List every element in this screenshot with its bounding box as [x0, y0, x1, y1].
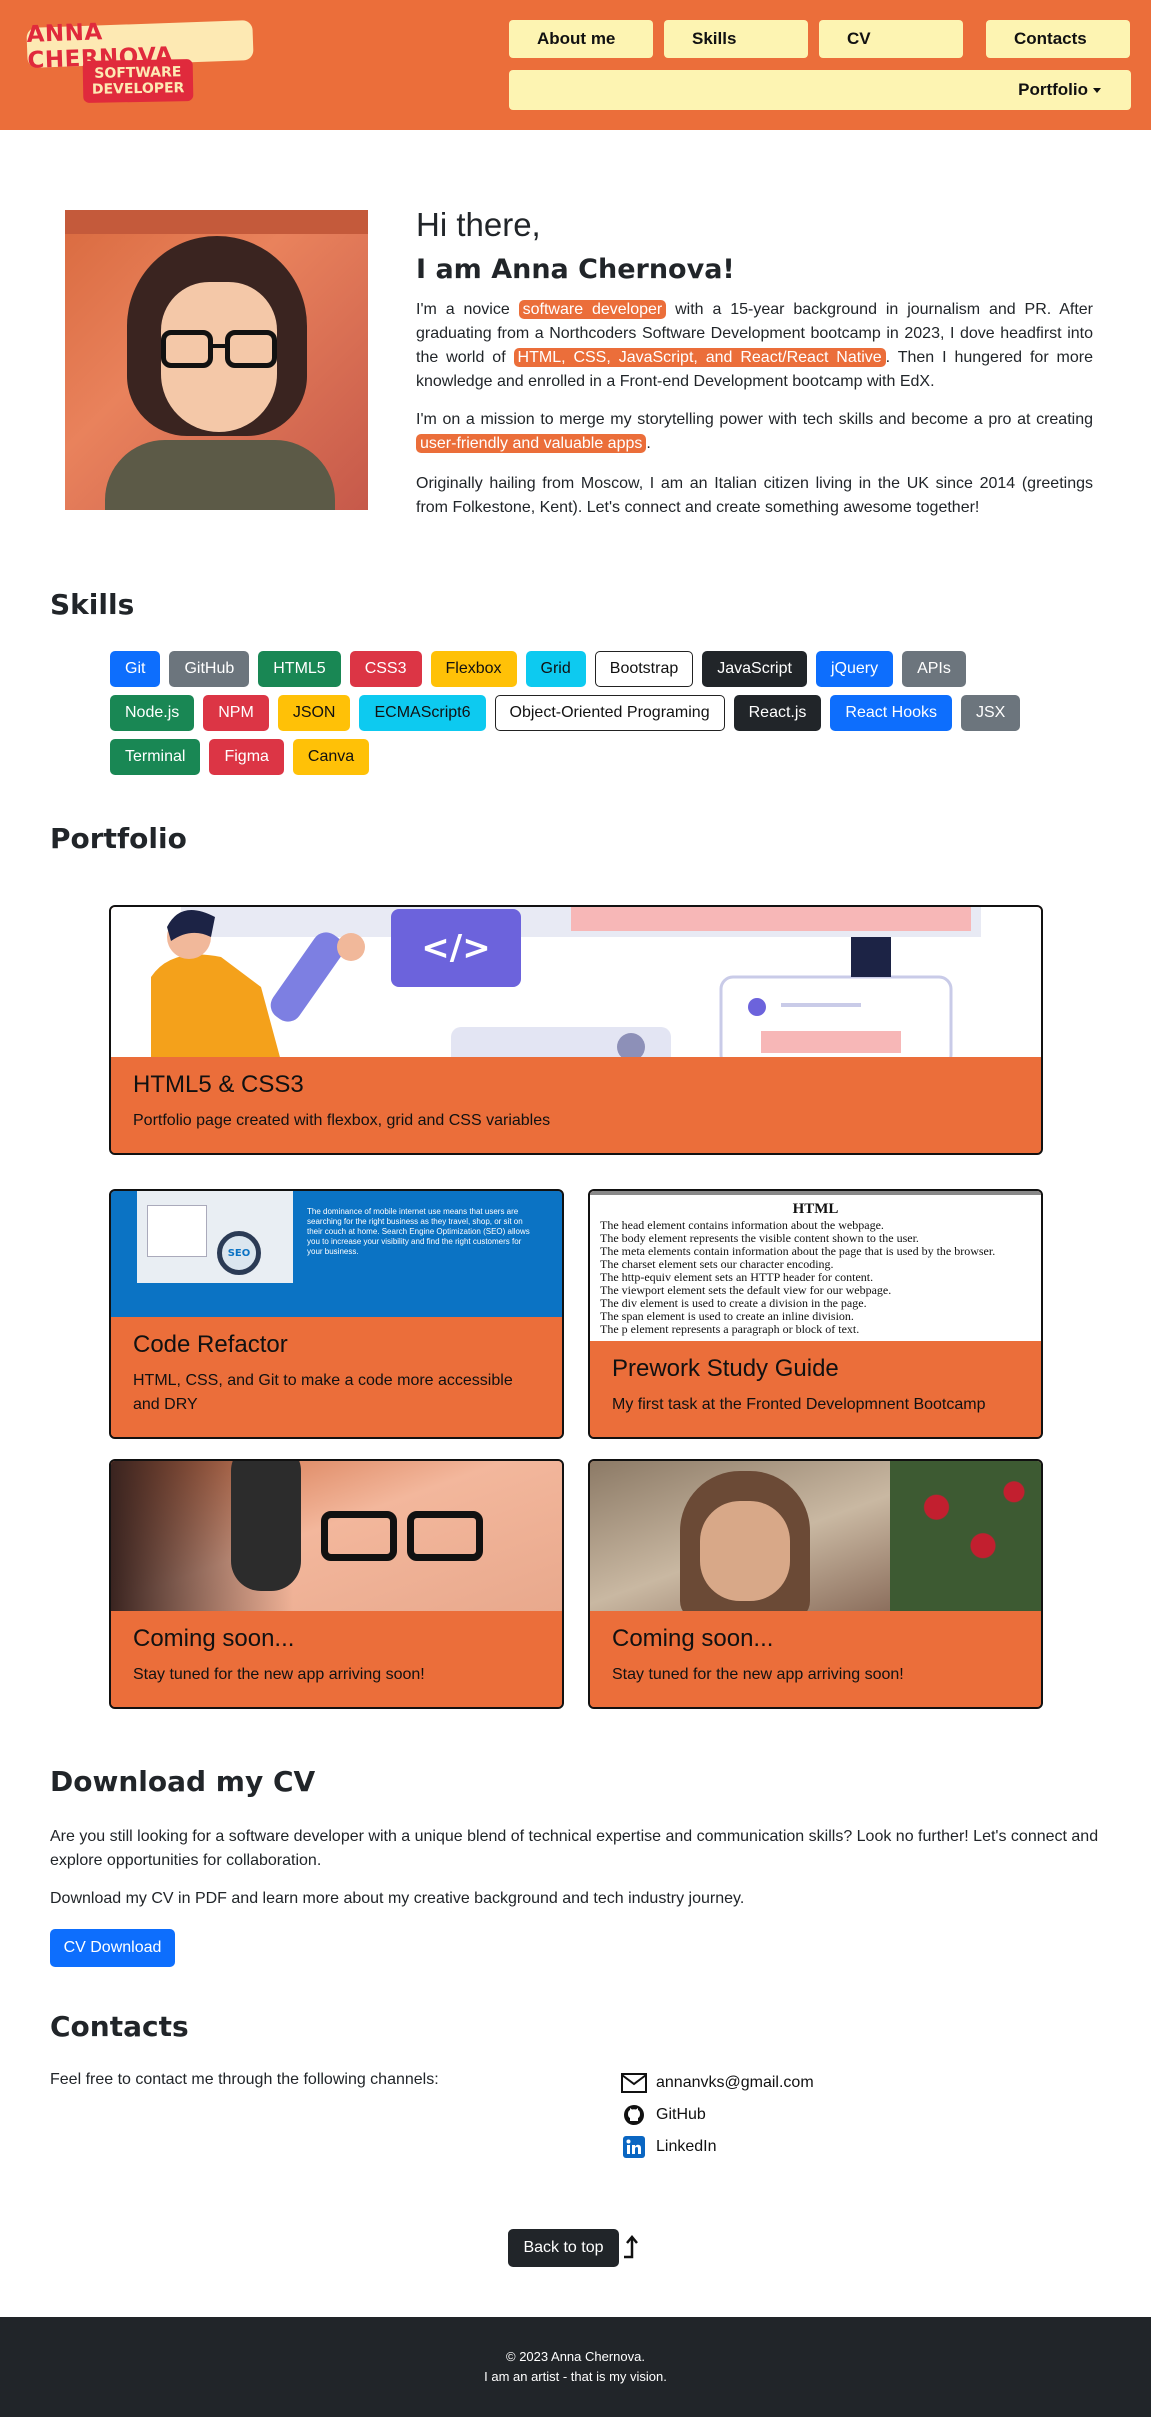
- nav-skills[interactable]: Skills: [664, 20, 808, 58]
- about-paragraph-2: I'm on a mission to merge my storytellin…: [416, 411, 1093, 453]
- skill-badge: Bootstrap: [594, 651, 694, 687]
- greeting: Hi there,: [416, 206, 541, 243]
- footer-tagline: I am an artist - that is my vision.: [484, 2369, 667, 2384]
- skill-badge: Git: [110, 651, 161, 687]
- skill-badge: Terminal: [110, 739, 201, 775]
- portfolio-card-html-css[interactable]: </> HTML5 & CSS3 Portfolio page created …: [109, 905, 1043, 1155]
- portfolio-card-code-refactor[interactable]: SEO The dominance of mobile internet use…: [109, 1189, 564, 1439]
- headphones-shape: [231, 1461, 301, 1591]
- about-paragraph-1: I'm a novice software developer with a 1…: [416, 300, 1094, 390]
- guide-heading: HTML: [792, 1201, 839, 1217]
- nav-portfolio-label: Portfolio: [1018, 80, 1088, 99]
- about-paragraph-3: Originally hailing from Moscow, I am an …: [416, 475, 1093, 516]
- skill-badge: React.js: [733, 695, 822, 731]
- card-text: HTML, CSS, and Git to make a code more a…: [133, 1372, 513, 1413]
- card-image-coming-soon-2: [590, 1461, 1041, 1621]
- back-to-top-button[interactable]: Back to top: [508, 2229, 619, 2267]
- highlight-apps: user-friendly and valuable apps: [416, 434, 647, 453]
- card-body: Coming soon... Stay tuned for the new ap…: [111, 1611, 562, 1707]
- portfolio-card-coming-soon-2[interactable]: Coming soon... Stay tuned for the new ap…: [588, 1459, 1043, 1709]
- svg-text:</>: </>: [421, 928, 490, 968]
- skill-badge: Object-Oriented Programing: [494, 695, 725, 731]
- contact-linkedin-label: LinkedIn: [656, 2138, 717, 2155]
- highlight-software-developer: software developer: [518, 300, 667, 319]
- skill-badge: Node.js: [110, 695, 195, 731]
- portfolio-heading: Portfolio: [50, 822, 187, 855]
- portfolio-card-coming-soon-1[interactable]: Coming soon... Stay tuned for the new ap…: [109, 1459, 564, 1709]
- contact-linkedin-link[interactable]: LinkedIn: [620, 2134, 717, 2160]
- skill-badge: GitHub: [169, 651, 250, 687]
- skill-badge: JSON: [277, 695, 351, 731]
- skill-badge: Grid: [525, 651, 586, 687]
- skill-badge: NPM: [203, 695, 269, 731]
- nav-contacts[interactable]: Contacts: [986, 20, 1130, 58]
- card-text: Stay tuned for the new app arriving soon…: [612, 1666, 904, 1683]
- card-body: Code Refactor HTML, CSS, and Git to make…: [111, 1317, 562, 1437]
- card-body: Coming soon... Stay tuned for the new ap…: [590, 1611, 1041, 1707]
- card-image-coming-soon-1: [111, 1461, 562, 1615]
- skill-badge: JavaScript: [702, 651, 807, 687]
- card-title: Code Refactor: [133, 1331, 288, 1358]
- portfolio-card-prework-study-guide[interactable]: HTML The head element contains informati…: [588, 1189, 1043, 1439]
- card-image-study-guide: HTML The head element contains informati…: [590, 1191, 1041, 1345]
- site-footer: © 2023 Anna Chernova. I am an artist - t…: [0, 2317, 1151, 2417]
- contact-email-label: annanvks@gmail.com: [656, 2074, 814, 2091]
- skill-badge: JSX: [961, 695, 1021, 731]
- contact-email-link[interactable]: annanvks@gmail.com: [620, 2070, 814, 2096]
- card-body: Prework Study Guide My first task at the…: [590, 1341, 1041, 1437]
- card-text: Portfolio page created with flexbox, gri…: [133, 1112, 551, 1129]
- skills-list: Git GitHub HTML5 CSS3 Flexbox Grid Bootstrap Ja…: [110, 651, 1050, 775]
- card-title: Coming soon...: [612, 1625, 774, 1652]
- seo-snippet: The dominance of mobile internet use mea…: [307, 1207, 530, 1256]
- github-icon: [620, 2102, 648, 2128]
- contacts-heading: Contacts: [50, 2010, 189, 2043]
- card-image-code-refactor: SEO The dominance of mobile internet use…: [111, 1191, 562, 1321]
- guide-lines: The head element contains information ab…: [600, 1219, 1031, 1336]
- guide-line: The p element represents a paragraph or …: [600, 1322, 860, 1336]
- card-image-html-css: </>: [111, 907, 1041, 1069]
- arrow-up-icon[interactable]: [622, 2233, 642, 2261]
- intro-name: I am Anna Chernova!: [416, 254, 735, 285]
- contact-github-label: GitHub: [656, 2106, 706, 2123]
- logo-line-1: SOFTWARE: [94, 64, 182, 82]
- skill-badge: Flexbox: [430, 651, 517, 687]
- envelope-icon: [620, 2070, 648, 2096]
- cv-heading: Download my CV: [50, 1765, 316, 1798]
- nav-cv[interactable]: CV: [819, 20, 963, 58]
- card-title: Prework Study Guide: [612, 1355, 839, 1382]
- footer-copyright: © 2023 Anna Chernova.: [506, 2349, 645, 2364]
- skill-badge: ECMAScript6: [359, 695, 486, 731]
- card-body: HTML5 & CSS3 Portfolio page created with…: [111, 1057, 1041, 1153]
- site-header: ANNA CHERNOVA SOFTWARE DEVELOPER About m…: [0, 0, 1151, 130]
- skills-heading: Skills: [50, 588, 135, 621]
- card-text: Stay tuned for the new app arriving soon…: [133, 1666, 425, 1683]
- linkedin-icon: [620, 2134, 648, 2160]
- skill-badge: APIs: [902, 651, 966, 687]
- skill-badge: Canva: [292, 739, 370, 775]
- cv-paragraph-1: Are you still looking for a software dev…: [50, 1828, 1099, 1869]
- skill-badge: HTML5: [258, 651, 341, 687]
- contacts-intro: Feel free to contact me through the foll…: [50, 2071, 439, 2088]
- card-title: Coming soon...: [133, 1625, 295, 1652]
- nav-portfolio-dropdown[interactable]: Portfolio: [509, 70, 1131, 110]
- logo-line-2: DEVELOPER: [91, 80, 185, 98]
- seo-magnifier: SEO: [217, 1231, 261, 1275]
- chevron-down-icon: [1093, 87, 1101, 93]
- card-text: My first task at the Fronted Developmnen…: [612, 1396, 986, 1413]
- skill-badge: jQuery: [815, 651, 894, 687]
- skill-badge: Figma: [209, 739, 284, 775]
- skill-badge: React Hooks: [830, 695, 952, 731]
- cv-paragraph-2: Download my CV in PDF and learn more abo…: [50, 1890, 745, 1907]
- profile-portrait: [65, 210, 368, 510]
- logo-badge: SOFTWARE DEVELOPER: [82, 59, 194, 103]
- contact-github-link[interactable]: GitHub: [620, 2102, 706, 2128]
- site-logo[interactable]: ANNA CHERNOVA SOFTWARE DEVELOPER: [26, 19, 254, 104]
- nav-about-me[interactable]: About me: [509, 20, 653, 58]
- highlight-tech-stack: HTML, CSS, JavaScript, and React/React N…: [513, 348, 886, 367]
- card-title: HTML5 & CSS3: [133, 1071, 304, 1098]
- skill-badge: CSS3: [349, 651, 422, 687]
- cv-download-button[interactable]: CV Download: [50, 1929, 175, 1967]
